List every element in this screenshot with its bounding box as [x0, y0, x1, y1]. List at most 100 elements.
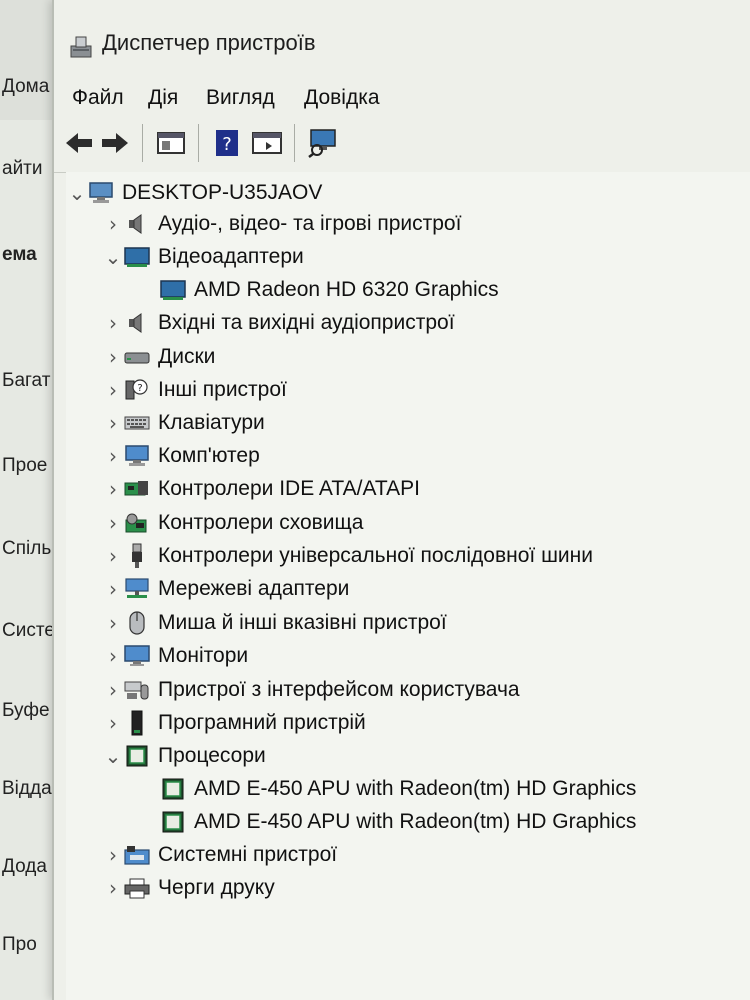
svg-text:?: ?	[137, 383, 142, 394]
category-label: Черги друку	[158, 876, 275, 899]
speaker-icon	[124, 212, 150, 236]
category-label: Клавіатури	[158, 411, 265, 434]
device-cpu[interactable]: AMD E-450 APU with Radeon(tm) HD Graphic…	[160, 807, 636, 837]
category-label: Мережеві адаптери	[158, 577, 350, 600]
expand-chevron-icon[interactable]: ›	[102, 477, 124, 501]
tree-item-usb-controllers[interactable]: › Контролери універсальної послідовної ш…	[102, 541, 593, 571]
display-adapter-icon	[124, 245, 150, 269]
device-cpu[interactable]: AMD E-450 APU with Radeon(tm) HD Graphic…	[160, 774, 636, 804]
bg-item-about[interactable]: Про	[2, 934, 37, 956]
monitor-icon	[124, 644, 150, 668]
window-title: Диспетчер пристроїв	[102, 30, 316, 55]
tree-item-monitors[interactable]: › Монітори	[102, 641, 248, 671]
bg-item-system2[interactable]: Систе	[2, 620, 55, 642]
category-label: Системні пристрої	[158, 843, 338, 866]
expand-chevron-icon[interactable]: ›	[102, 311, 124, 335]
tree-item-hid[interactable]: › Пристрої з інтерфейсом користувача	[102, 675, 520, 705]
tree-item-processors[interactable]: ⌄ Процесори	[102, 741, 266, 771]
menu-help[interactable]: Довідка	[304, 86, 380, 110]
tree-item-print-queues[interactable]: › Черги друку	[102, 873, 275, 903]
expand-chevron-icon[interactable]: ›	[102, 843, 124, 867]
expand-chevron-icon[interactable]: ›	[102, 511, 124, 535]
expand-chevron-icon[interactable]: ›	[102, 644, 124, 668]
category-label: Контролери IDE ATA/ATAPI	[158, 477, 421, 500]
keyboard-icon	[124, 411, 150, 435]
tree-item-software-devices[interactable]: › Програмний пристрій	[102, 708, 366, 738]
speaker-icon	[124, 311, 150, 335]
bg-item-additional[interactable]: Дода	[2, 856, 47, 878]
expand-chevron-icon[interactable]: ›	[102, 212, 124, 236]
tree-item-ide-controllers[interactable]: › Контролери IDE ATA/ATAPI	[102, 474, 420, 504]
network-adapter-icon	[124, 577, 150, 601]
expand-chevron-icon[interactable]: ›	[102, 678, 124, 702]
tree-item-computer[interactable]: › Комп'ютер	[102, 441, 260, 471]
tree-item-mice[interactable]: › Миша й інші вказівні пристрої	[102, 608, 447, 638]
title-bar[interactable]: Диспетчер пристроїв	[54, 0, 750, 78]
expand-chevron-icon[interactable]: ›	[102, 444, 124, 468]
bg-item-clipboard[interactable]: Буфе	[2, 700, 50, 722]
svg-text:?: ?	[222, 134, 232, 155]
device-manager-window: Диспетчер пристроїв Файл Дія Вигляд Дові…	[52, 0, 750, 1000]
update-driver-icon[interactable]	[250, 126, 284, 160]
tree-item-keyboards[interactable]: › Клавіатури	[102, 408, 265, 438]
collapse-chevron-icon[interactable]: ⌄	[102, 744, 124, 768]
category-label: Комп'ютер	[158, 444, 260, 467]
device-gpu[interactable]: AMD Radeon HD 6320 Graphics	[160, 275, 499, 305]
device-manager-app-icon	[68, 34, 94, 60]
bg-item-multitasking[interactable]: Багат	[2, 370, 50, 392]
tree-item-storage-controllers[interactable]: › Контролери сховища	[102, 508, 364, 538]
ide-controller-icon	[124, 477, 150, 501]
tree-item-system-devices[interactable]: › Системні пристрої	[102, 840, 337, 870]
category-label: Пристрої з інтерфейсом користувача	[158, 678, 520, 701]
forward-arrow-icon[interactable]	[98, 126, 132, 160]
tree-item-audio-video-game[interactable]: › Аудіо-, відео- та ігрові пристрої	[102, 209, 461, 239]
category-label: Аудіо-, відео- та ігрові пристрої	[158, 212, 462, 235]
scan-hardware-icon[interactable]	[306, 126, 340, 160]
menu-bar: Файл Дія Вигляд Довідка	[54, 78, 750, 116]
expand-chevron-icon[interactable]: ›	[102, 711, 124, 735]
expand-chevron-icon[interactable]: ›	[102, 378, 124, 402]
device-label: AMD Radeon HD 6320 Graphics	[194, 278, 499, 301]
menu-view[interactable]: Вигляд	[206, 86, 275, 110]
bg-item-remote[interactable]: Відда	[2, 778, 52, 800]
computer-icon	[124, 444, 150, 468]
disk-drive-icon	[124, 345, 150, 369]
storage-controller-icon	[124, 511, 150, 535]
collapse-chevron-icon[interactable]: ⌄	[66, 181, 88, 205]
back-arrow-icon[interactable]	[62, 126, 96, 160]
computer-name: DESKTOP-U35JAOV	[122, 181, 323, 204]
software-device-icon	[124, 710, 150, 736]
bg-item-home[interactable]: Дома	[2, 76, 49, 98]
expand-chevron-icon[interactable]: ›	[102, 345, 124, 369]
tree-item-audio-io[interactable]: › Вхідні та вихідні аудіопристрої	[102, 308, 455, 338]
tree-item-disks[interactable]: › Диски	[102, 342, 215, 372]
bg-item-sharing[interactable]: Спіль	[2, 538, 51, 560]
expand-chevron-icon[interactable]: ›	[102, 577, 124, 601]
expand-chevron-icon[interactable]: ›	[102, 544, 124, 568]
expand-chevron-icon[interactable]: ›	[102, 411, 124, 435]
device-label: AMD E-450 APU with Radeon(tm) HD Graphic…	[194, 777, 637, 800]
bg-item-projection[interactable]: Прое	[2, 455, 47, 477]
tree-item-other-devices[interactable]: › ? Інші пристрої	[102, 375, 287, 405]
category-label: Програмний пристрій	[158, 711, 366, 734]
menu-file[interactable]: Файл	[72, 86, 124, 110]
tree-item-network-adapters[interactable]: › Мережеві адаптери	[102, 574, 349, 604]
menu-action[interactable]: Дія	[148, 86, 178, 110]
expand-chevron-icon[interactable]: ›	[102, 611, 124, 635]
computer-icon	[88, 181, 114, 205]
expand-chevron-icon[interactable]: ›	[102, 876, 124, 900]
properties-icon[interactable]	[154, 126, 188, 160]
help-icon[interactable]: ?	[210, 126, 244, 160]
system-devices-icon	[124, 843, 150, 867]
unknown-device-icon: ?	[124, 378, 150, 402]
device-tree: ⌄ DESKTOP-U35JAOV › Аудіо-, відео- та іг…	[66, 172, 750, 1000]
category-label: Диски	[158, 345, 216, 368]
display-adapter-icon	[160, 278, 186, 302]
bg-item-search[interactable]: айти	[2, 158, 43, 180]
category-label: Відеоадаптери	[158, 245, 304, 268]
tree-item-display-adapters[interactable]: ⌄ Відеоадаптери	[102, 242, 304, 272]
toolbar: ?	[54, 116, 750, 173]
tree-root-computer[interactable]: ⌄ DESKTOP-U35JAOV	[66, 178, 323, 208]
category-label: Контролери універсальної послідовної шин…	[158, 544, 593, 567]
collapse-chevron-icon[interactable]: ⌄	[102, 245, 124, 269]
